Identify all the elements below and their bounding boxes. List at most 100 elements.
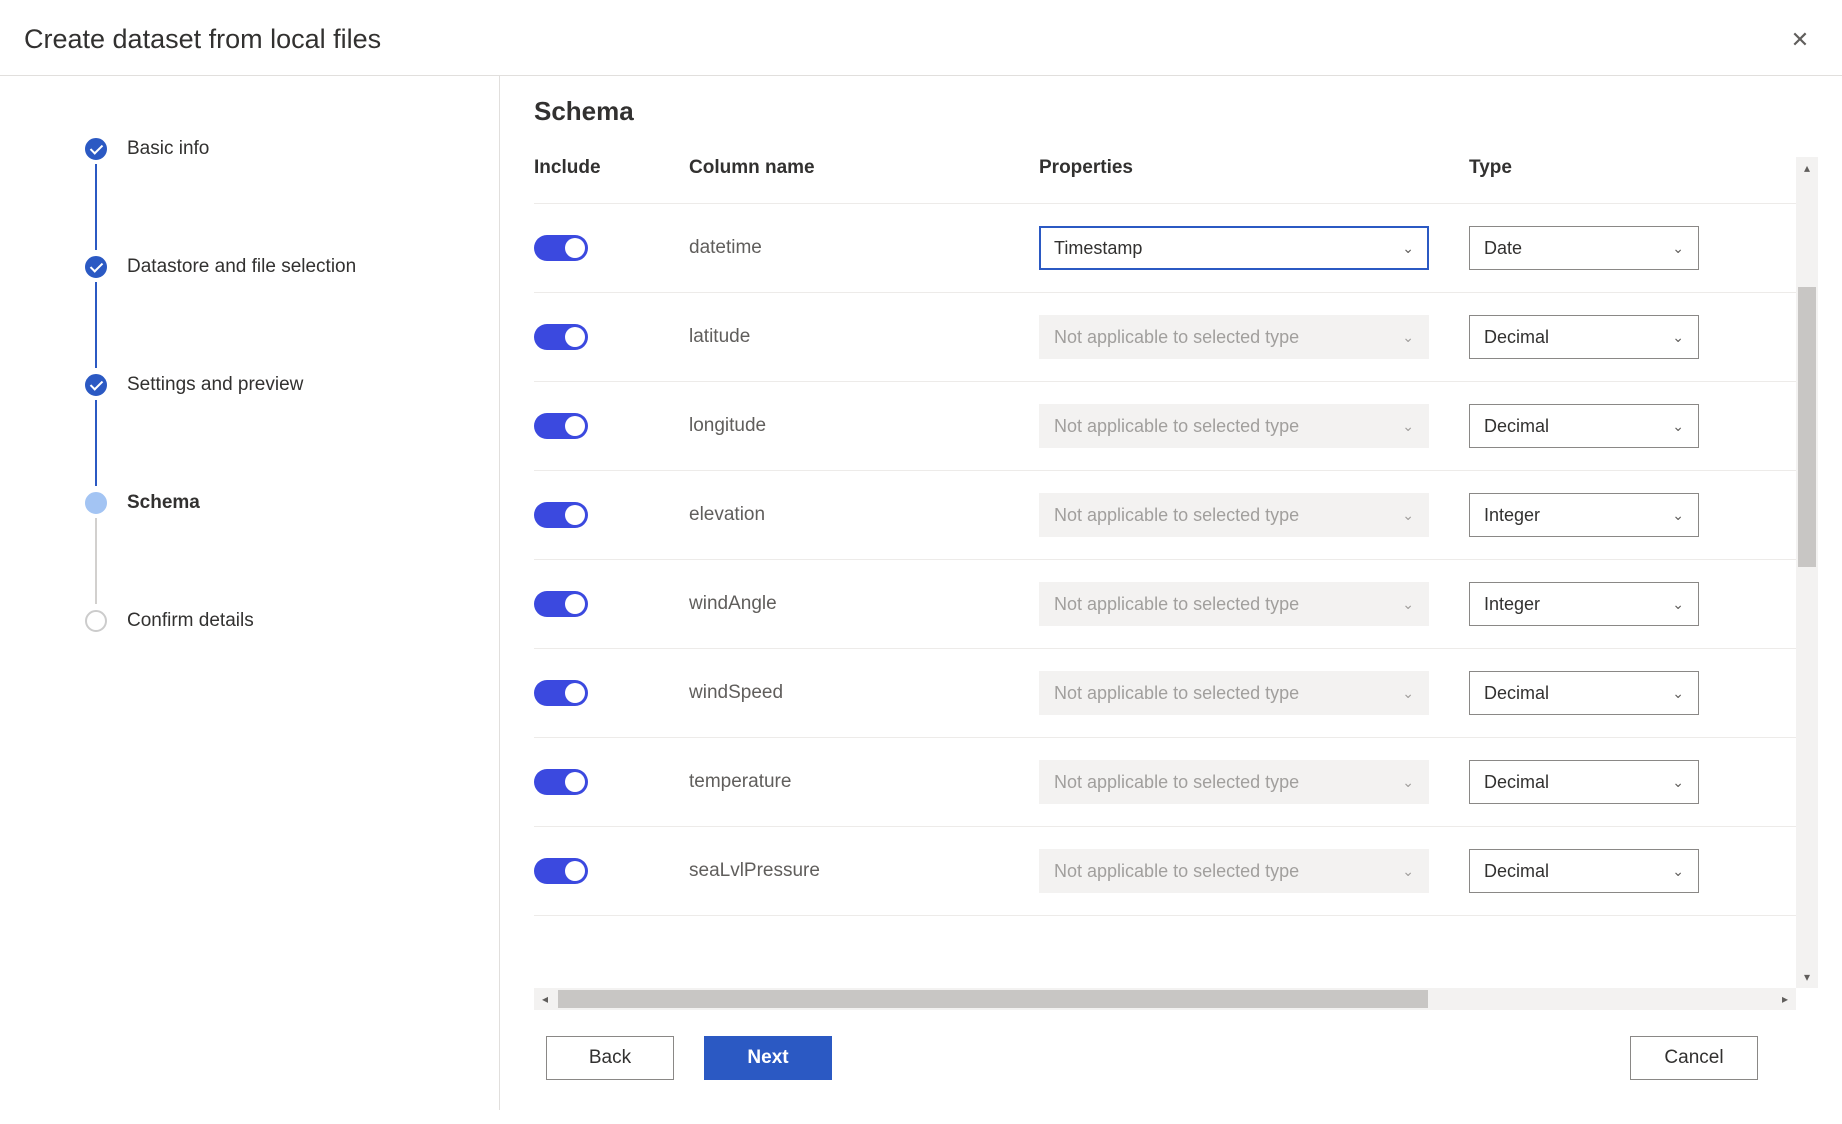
scroll-up-arrow-icon[interactable]: ▴: [1796, 157, 1818, 179]
chevron-down-icon: ⌄: [1402, 774, 1414, 791]
include-cell: [534, 591, 689, 617]
wizard-step-basic-info[interactable]: Basic info: [85, 138, 499, 256]
type-select[interactable]: Integer⌄: [1469, 493, 1699, 537]
type-select[interactable]: Integer ⌄: [1469, 582, 1699, 626]
column-name-text: elevation: [689, 504, 765, 526]
properties-cell: Not applicable to selected type⌄: [1039, 849, 1469, 893]
properties-cell: Not applicable to selected type⌄: [1039, 671, 1469, 715]
column-name-cell: windSpeed: [689, 682, 1039, 704]
dialog-header: Create dataset from local files ✕: [0, 0, 1842, 76]
step-indicator-icon: [85, 138, 107, 160]
properties-select[interactable]: Timestamp⌄: [1039, 226, 1429, 270]
step-label: Schema: [127, 492, 200, 513]
chevron-down-icon: ⌄: [1672, 240, 1684, 257]
properties-select: Not applicable to selected type⌄: [1039, 582, 1429, 626]
step-label: Confirm details: [127, 610, 254, 631]
properties-select: Not applicable to selected type⌄: [1039, 404, 1429, 448]
type-select[interactable]: Decimal⌄: [1469, 760, 1699, 804]
type-select[interactable]: Decimal ⌄: [1469, 671, 1699, 715]
chevron-down-icon: ⌄: [1672, 863, 1684, 880]
properties-cell: Not applicable to selected type⌄: [1039, 582, 1469, 626]
chevron-down-icon: ⌄: [1672, 596, 1684, 613]
table-body: datetimeTimestamp⌄Date⌄latitudeNot appli…: [534, 204, 1796, 916]
type-select[interactable]: Decimal⌄: [1469, 315, 1699, 359]
cancel-button[interactable]: Cancel: [1630, 1036, 1758, 1080]
type-cell: Decimal⌄: [1469, 849, 1709, 893]
include-toggle[interactable]: [534, 324, 588, 350]
include-toggle[interactable]: [534, 591, 588, 617]
table-row: seaLvlPressure Not applicable to selected…: [534, 827, 1796, 916]
toggle-knob: [565, 238, 585, 258]
wizard-step-settings-and-preview[interactable]: Settings and preview: [85, 374, 499, 492]
step-connector: [95, 400, 97, 486]
type-cell: Decimal⌄: [1469, 404, 1709, 448]
vertical-scrollbar[interactable]: ▴ ▾: [1796, 157, 1818, 988]
step-label: Basic info: [127, 138, 209, 159]
properties-select-value: Not applicable to selected type: [1054, 327, 1299, 348]
type-select-value: Integer: [1484, 594, 1540, 615]
step-connector: [95, 282, 97, 368]
include-toggle[interactable]: [534, 680, 588, 706]
table-header: Include Column name Properties Type: [534, 157, 1796, 204]
type-cell: Decimal ⌄: [1469, 671, 1709, 715]
header-type: Type: [1469, 157, 1709, 179]
scroll-left-arrow-icon[interactable]: ◂: [534, 988, 556, 1010]
toggle-knob: [565, 505, 585, 525]
column-name-text: seaLvlPressure: [689, 860, 820, 882]
close-button[interactable]: ✕: [1788, 28, 1812, 52]
wizard-step-datastore-and-file-selection[interactable]: Datastore and file selection: [85, 256, 499, 374]
include-toggle[interactable]: [534, 502, 588, 528]
chevron-down-icon: ⌄: [1402, 596, 1414, 613]
toggle-knob: [565, 772, 585, 792]
type-select[interactable]: Decimal⌄: [1469, 849, 1699, 893]
properties-select-value: Not applicable to selected type: [1054, 772, 1299, 793]
schema-table-scroll: Include Column name Properties Type date…: [534, 157, 1796, 988]
include-cell: [534, 235, 689, 261]
type-select[interactable]: Decimal⌄: [1469, 404, 1699, 448]
table-row: latitudeNot applicable to selected type⌄…: [534, 293, 1796, 382]
include-toggle[interactable]: [534, 858, 588, 884]
header-column-name: Column name: [689, 157, 1039, 179]
wizard-step-schema[interactable]: Schema: [85, 492, 499, 610]
chevron-down-icon: ⌄: [1402, 863, 1414, 880]
type-select[interactable]: Date⌄: [1469, 226, 1699, 270]
dialog-title: Create dataset from local files: [24, 24, 381, 55]
horizontal-scroll-thumb[interactable]: [558, 990, 1428, 1008]
scroll-right-arrow-icon[interactable]: ▸: [1774, 988, 1796, 1010]
back-button[interactable]: Back: [546, 1036, 674, 1080]
chevron-down-icon: ⌄: [1402, 507, 1414, 524]
chevron-down-icon: ⌄: [1672, 329, 1684, 346]
include-cell: [534, 680, 689, 706]
column-name-cell: temperature: [689, 771, 1039, 793]
type-select-value: Decimal: [1484, 683, 1549, 704]
properties-select: Not applicable to selected type⌄: [1039, 849, 1429, 893]
properties-cell: Not applicable to selected type ⌄: [1039, 493, 1469, 537]
close-icon: ✕: [1791, 27, 1809, 53]
step-connector: [95, 518, 97, 604]
include-toggle[interactable]: [534, 413, 588, 439]
type-select-value: Decimal: [1484, 416, 1549, 437]
type-cell: Decimal⌄: [1469, 760, 1709, 804]
schema-table-wrap: Include Column name Properties Type date…: [534, 157, 1818, 988]
include-toggle[interactable]: [534, 235, 588, 261]
properties-select-value: Timestamp: [1054, 238, 1142, 259]
next-button[interactable]: Next: [704, 1036, 832, 1080]
panel-title: Schema: [534, 96, 1818, 127]
wizard-step-confirm-details[interactable]: Confirm details: [85, 610, 499, 632]
horizontal-scrollbar[interactable]: ◂ ▸: [534, 988, 1796, 1010]
chevron-down-icon: ⌄: [1402, 418, 1414, 435]
vertical-scroll-thumb[interactable]: [1798, 287, 1816, 567]
include-cell: [534, 858, 689, 884]
column-name-text: windAngle: [689, 593, 777, 615]
include-cell: [534, 413, 689, 439]
chevron-down-icon: ⌄: [1402, 329, 1414, 346]
chevron-down-icon: ⌄: [1672, 685, 1684, 702]
table-row: windSpeed Not applicable to selected type…: [534, 649, 1796, 738]
include-toggle[interactable]: [534, 769, 588, 795]
type-select-value: Decimal: [1484, 772, 1549, 793]
properties-select: Not applicable to selected type ⌄: [1039, 315, 1429, 359]
column-name-text: windSpeed: [689, 682, 783, 704]
scroll-down-arrow-icon[interactable]: ▾: [1796, 966, 1818, 988]
properties-select-value: Not applicable to selected type: [1054, 505, 1299, 526]
table-row: datetimeTimestamp⌄Date⌄: [534, 204, 1796, 293]
